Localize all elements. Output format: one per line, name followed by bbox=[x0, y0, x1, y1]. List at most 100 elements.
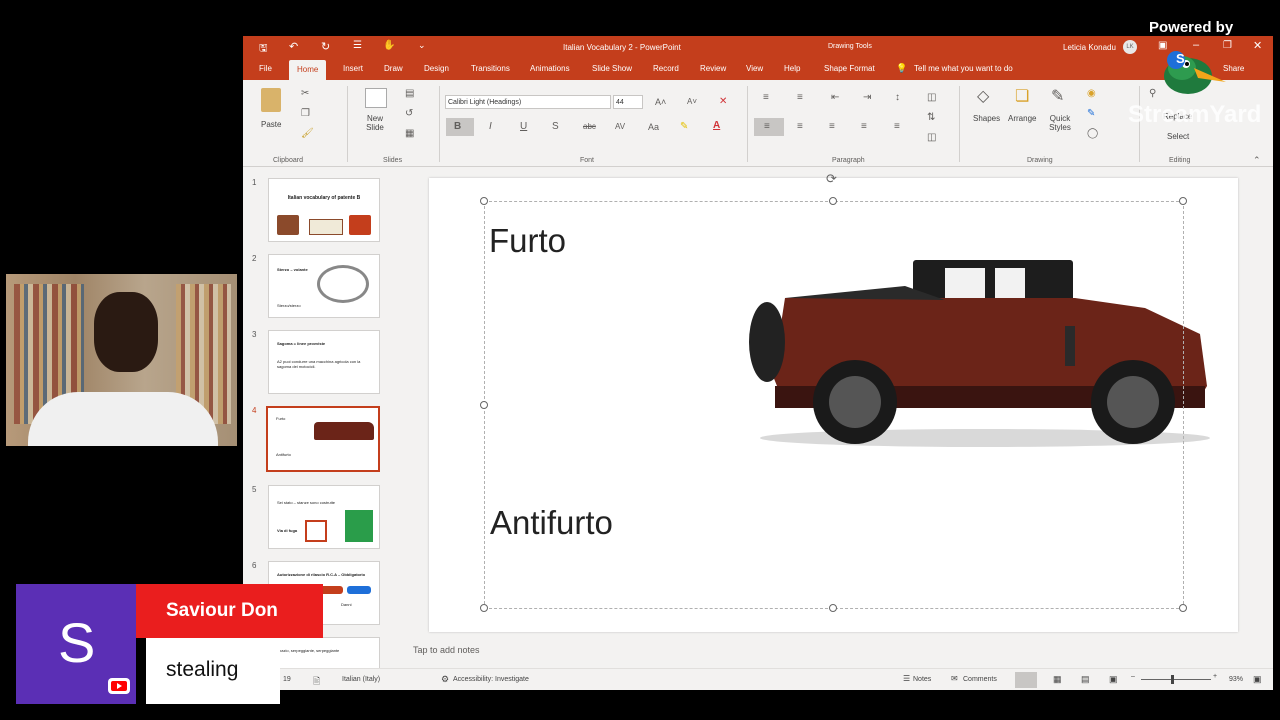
tab-slide-show[interactable]: Slide Show bbox=[592, 64, 632, 73]
resize-handle[interactable] bbox=[829, 197, 837, 205]
tab-transitions[interactable]: Transitions bbox=[471, 64, 510, 73]
customize-toolbar-icon[interactable]: ⌄ bbox=[418, 40, 426, 51]
bullets-icon[interactable]: ≡ bbox=[763, 92, 769, 104]
notes-button[interactable]: Notes bbox=[913, 676, 931, 683]
text-direction-icon[interactable]: ⇅ bbox=[927, 112, 935, 124]
resize-handle[interactable] bbox=[480, 604, 488, 612]
new-slide-icon[interactable] bbox=[365, 88, 387, 108]
accessibility-icon[interactable]: ⚙ bbox=[441, 674, 449, 685]
reading-view-icon[interactable]: ▤ bbox=[1081, 674, 1090, 685]
thumbnail-slide-3[interactable]: Sagoma = linee provviste A2 puoi condurr… bbox=[268, 330, 380, 394]
fit-slide-icon[interactable]: ▣ bbox=[1253, 674, 1262, 685]
resize-handle[interactable] bbox=[1179, 604, 1187, 612]
resize-handle[interactable] bbox=[1179, 197, 1187, 205]
strikethrough-icon[interactable]: abc bbox=[583, 121, 596, 133]
align-left-icon[interactable]: ≡ bbox=[764, 121, 770, 133]
tab-animations[interactable]: Animations bbox=[530, 64, 570, 73]
resize-handle[interactable] bbox=[480, 197, 488, 205]
accessibility-status[interactable]: Accessibility: Investigate bbox=[453, 676, 529, 683]
columns-icon[interactable]: ◫ bbox=[927, 92, 936, 104]
resize-handle[interactable] bbox=[480, 401, 488, 409]
font-name-dropdown[interactable]: Calibri Light (Headings) bbox=[445, 95, 611, 109]
shadow-icon[interactable]: S bbox=[552, 121, 559, 133]
quick-styles-icon[interactable]: ✎ bbox=[1051, 88, 1064, 106]
tell-me-search[interactable]: Tell me what you want to do bbox=[914, 64, 1013, 73]
thumbnail-slide-2[interactable]: Sterzo – volante Sterzo/sterzo bbox=[268, 254, 380, 318]
tab-help[interactable]: Help bbox=[784, 64, 800, 73]
zoom-out-icon[interactable]: – bbox=[1131, 673, 1135, 680]
section-icon[interactable]: ▦ bbox=[405, 128, 414, 140]
quick-styles-button[interactable]: Quick Styles bbox=[1045, 114, 1075, 132]
paste-button[interactable]: Paste bbox=[261, 120, 281, 129]
line-spacing-icon[interactable]: ↕ bbox=[895, 92, 900, 104]
redo-icon[interactable]: ↻ bbox=[321, 40, 330, 53]
zoom-level[interactable]: 93% bbox=[1229, 676, 1243, 683]
thumbnail-slide-1[interactable]: Italian vocabulary of patente B bbox=[268, 178, 380, 242]
shape-effects-icon[interactable]: ◯ bbox=[1087, 128, 1098, 140]
change-case-icon[interactable]: Aa bbox=[648, 121, 659, 133]
comments-button[interactable]: Comments bbox=[963, 676, 997, 683]
spell-check-icon[interactable]: 🖹 bbox=[313, 674, 320, 690]
shapes-icon[interactable]: ◇ bbox=[977, 88, 989, 106]
start-from-beginning-icon[interactable]: ☰ bbox=[353, 40, 362, 51]
user-name[interactable]: Leticia Konadu bbox=[1063, 43, 1116, 52]
format-painter-icon[interactable]: 🖌 bbox=[301, 128, 314, 140]
increase-indent-icon[interactable]: ⇥ bbox=[863, 92, 871, 104]
convert-smartart-icon[interactable]: ◫ bbox=[927, 132, 936, 144]
slideshow-icon[interactable]: ▣ bbox=[1109, 674, 1118, 685]
close-icon[interactable]: ✕ bbox=[1253, 39, 1262, 52]
slide-sorter-icon[interactable]: ▦ bbox=[1053, 674, 1062, 685]
tab-design[interactable]: Design bbox=[424, 64, 449, 73]
tab-review[interactable]: Review bbox=[700, 64, 726, 73]
tab-view[interactable]: View bbox=[746, 64, 763, 73]
tab-file[interactable]: File bbox=[259, 64, 272, 73]
numbering-icon[interactable]: ≡ bbox=[797, 92, 803, 104]
notes-placeholder[interactable]: Tap to add notes bbox=[413, 645, 480, 655]
tab-draw[interactable]: Draw bbox=[384, 64, 403, 73]
distributed-icon[interactable]: ≡ bbox=[894, 121, 900, 133]
underline-icon[interactable]: U bbox=[520, 121, 527, 133]
zoom-slider-thumb[interactable] bbox=[1171, 675, 1174, 684]
bold-icon[interactable]: B bbox=[454, 121, 461, 133]
resize-handle[interactable] bbox=[829, 604, 837, 612]
font-color-icon[interactable]: A bbox=[713, 120, 720, 132]
arrange-button[interactable]: Arrange bbox=[1008, 114, 1036, 123]
collapse-ribbon-icon[interactable]: ⌃ bbox=[1253, 154, 1261, 166]
touch-mode-icon[interactable]: ✋ bbox=[383, 40, 395, 51]
shapes-button[interactable]: Shapes bbox=[973, 114, 1000, 123]
paste-icon[interactable] bbox=[261, 88, 281, 112]
undo-icon[interactable]: ↶ bbox=[289, 40, 298, 53]
decrease-font-icon[interactable]: A˅ bbox=[687, 96, 697, 108]
avatar[interactable]: LK bbox=[1123, 40, 1137, 54]
character-spacing-icon[interactable]: AV bbox=[615, 121, 625, 133]
save-icon[interactable]: 🖫 bbox=[259, 41, 268, 58]
italic-icon[interactable]: I bbox=[489, 121, 492, 133]
layout-icon[interactable]: ▤ bbox=[405, 88, 414, 100]
tab-record[interactable]: Record bbox=[653, 64, 679, 73]
find-icon[interactable]: ⚲ bbox=[1149, 88, 1156, 100]
justify-icon[interactable]: ≡ bbox=[861, 121, 867, 133]
highlight-icon[interactable]: ✎ bbox=[680, 121, 688, 133]
increase-font-icon[interactable]: A˄ bbox=[655, 96, 666, 108]
zoom-in-icon[interactable]: + bbox=[1213, 673, 1217, 680]
rotate-handle-icon[interactable]: ⟳ bbox=[826, 171, 837, 187]
copy-icon[interactable]: ❐ bbox=[301, 108, 310, 120]
font-size-dropdown[interactable]: 44 bbox=[613, 95, 643, 109]
notes-icon[interactable]: ☰ bbox=[903, 674, 910, 683]
align-right-icon[interactable]: ≡ bbox=[829, 121, 835, 133]
reset-icon[interactable]: ↺ bbox=[405, 108, 413, 120]
select-button[interactable]: Select bbox=[1167, 132, 1189, 141]
tab-home[interactable]: Home bbox=[289, 60, 327, 80]
thumbnail-slide-4[interactable]: Furto Antifurto bbox=[266, 406, 380, 472]
tab-shape-format[interactable]: Shape Format bbox=[824, 64, 875, 73]
zoom-slider[interactable] bbox=[1141, 679, 1211, 680]
language-indicator[interactable]: Italian (Italy) bbox=[342, 676, 380, 683]
decrease-indent-icon[interactable]: ⇤ bbox=[831, 92, 839, 104]
shape-outline-icon[interactable]: ✎ bbox=[1087, 108, 1095, 120]
align-center-icon[interactable]: ≡ bbox=[797, 121, 803, 133]
thumbnail-slide-5[interactable]: Sei stato – stanze sono costrutte Via di… bbox=[268, 485, 380, 549]
new-slide-button[interactable]: New Slide bbox=[361, 114, 389, 132]
shape-fill-icon[interactable]: ◉ bbox=[1087, 88, 1096, 100]
arrange-icon[interactable]: ❏ bbox=[1015, 88, 1029, 106]
clear-formatting-icon[interactable]: ✕ bbox=[719, 96, 727, 108]
